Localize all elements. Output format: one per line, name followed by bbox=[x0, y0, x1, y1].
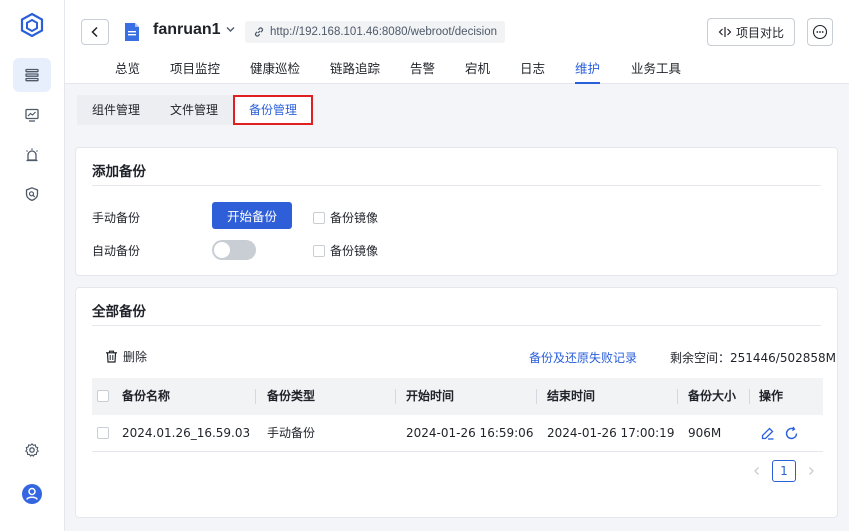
col-start: 开始时间 bbox=[406, 389, 455, 403]
chevron-down-icon[interactable] bbox=[225, 24, 236, 35]
url-text: http://192.168.101.46:8080/webroot/decis… bbox=[270, 26, 497, 38]
compare-button[interactable]: 项目对比 bbox=[707, 18, 795, 46]
cell-end: 2024-01-26 17:00:19 bbox=[547, 426, 675, 440]
chevron-left-icon bbox=[754, 467, 759, 475]
tab-file-management[interactable]: 文件管理 bbox=[155, 95, 233, 125]
start-backup-button[interactable]: 开始备份 bbox=[212, 202, 292, 229]
alarm-icon bbox=[26, 148, 38, 162]
rail-item-servers[interactable] bbox=[13, 58, 51, 92]
col-separator bbox=[395, 389, 396, 404]
col-separator bbox=[536, 389, 537, 404]
sub-tabs: 组件管理 文件管理 备份管理 bbox=[77, 95, 313, 125]
nav-trace[interactable]: 链路追踪 bbox=[330, 58, 410, 84]
backup-table: 备份名称 备份类型 开始时间 结束时间 备份大小 操作 2024.01.26_1… bbox=[92, 378, 823, 452]
top-header: fanruan1 http://192.168.101.46:8080/webr… bbox=[65, 0, 849, 84]
rail-item-alarm[interactable] bbox=[13, 138, 51, 172]
divider bbox=[92, 325, 821, 326]
tab-backup-management[interactable]: 备份管理 bbox=[233, 95, 313, 125]
cell-size: 906M bbox=[688, 426, 722, 440]
nav-project-monitor[interactable]: 项目监控 bbox=[170, 58, 250, 84]
auto-mirror-checkbox[interactable] bbox=[313, 244, 325, 257]
manual-mirror-option[interactable]: 备份镜像 bbox=[313, 209, 378, 226]
main-nav: 总览 项目监控 健康巡检 链路追踪 告警 宕机 日志 维护 业务工具 bbox=[115, 58, 691, 84]
nav-overview[interactable]: 总览 bbox=[115, 58, 170, 84]
cell-start: 2024-01-26 16:59:06 bbox=[406, 426, 534, 440]
col-name: 备份名称 bbox=[122, 389, 171, 403]
nav-log[interactable]: 日志 bbox=[520, 58, 575, 84]
add-backup-card: 添加备份 手动备份 开始备份 备份镜像 自动备份 备份镜像 bbox=[75, 147, 838, 276]
auto-backup-toggle[interactable] bbox=[212, 240, 256, 260]
all-backups-card: 全部备份 删除 备份及还原失败记录 剩余空间：251446/502858M 备份… bbox=[75, 287, 838, 518]
rail-item-security[interactable] bbox=[13, 177, 51, 211]
more-button[interactable] bbox=[807, 18, 833, 46]
auto-mirror-option[interactable]: 备份镜像 bbox=[313, 242, 378, 259]
prev-page-button[interactable] bbox=[748, 460, 766, 482]
delete-button[interactable]: 删除 bbox=[105, 348, 147, 365]
pagination: 1 bbox=[748, 460, 820, 482]
page-number[interactable]: 1 bbox=[772, 460, 796, 482]
col-actions: 操作 bbox=[759, 389, 784, 403]
back-button[interactable] bbox=[81, 19, 109, 45]
col-type: 备份类型 bbox=[267, 389, 316, 403]
manual-mirror-label: 备份镜像 bbox=[330, 211, 379, 225]
compare-icon bbox=[718, 27, 732, 37]
cell-name: 2024.01.26_16.59.03 bbox=[122, 426, 251, 440]
chevron-left-icon bbox=[91, 26, 98, 38]
shield-search-icon bbox=[25, 187, 39, 202]
tab-component-management[interactable]: 组件管理 bbox=[77, 95, 155, 125]
add-backup-title: 添加备份 bbox=[92, 164, 146, 180]
select-all-checkbox[interactable] bbox=[97, 390, 109, 402]
table-header: 备份名称 备份类型 开始时间 结束时间 备份大小 操作 bbox=[92, 378, 823, 415]
more-dots-icon bbox=[812, 24, 828, 40]
auto-mirror-label: 备份镜像 bbox=[330, 244, 379, 258]
delete-label: 删除 bbox=[123, 350, 148, 364]
rail-item-settings[interactable] bbox=[13, 433, 51, 467]
table-row: 2024.01.26_16.59.03 手动备份 2024-01-26 16:5… bbox=[92, 415, 823, 452]
gear-icon bbox=[25, 442, 39, 457]
link-icon bbox=[254, 27, 264, 37]
edit-icon[interactable] bbox=[760, 426, 775, 441]
row-checkbox[interactable] bbox=[97, 427, 109, 439]
col-size: 备份大小 bbox=[688, 389, 737, 403]
failure-records-link[interactable]: 备份及还原失败记录 bbox=[529, 349, 637, 366]
col-separator bbox=[749, 389, 750, 404]
nav-health-check[interactable]: 健康巡检 bbox=[250, 58, 330, 84]
trash-icon bbox=[106, 350, 117, 363]
monitor-chart-icon bbox=[25, 108, 39, 122]
col-separator bbox=[677, 389, 678, 404]
rail-item-monitor[interactable] bbox=[13, 98, 51, 132]
remaining-space: 剩余空间：251446/502858M bbox=[670, 351, 837, 365]
cube-logo-icon[interactable] bbox=[19, 12, 45, 38]
user-avatar-icon bbox=[22, 484, 42, 504]
all-backups-title: 全部备份 bbox=[92, 304, 146, 320]
project-url[interactable]: http://192.168.101.46:8080/webroot/decis… bbox=[245, 21, 505, 43]
left-rail bbox=[0, 0, 65, 531]
nav-downtime[interactable]: 宕机 bbox=[465, 58, 520, 84]
cell-type: 手动备份 bbox=[267, 426, 316, 440]
project-name[interactable]: fanruan1 bbox=[153, 21, 221, 39]
divider bbox=[92, 185, 821, 186]
nav-maintenance[interactable]: 维护 bbox=[575, 58, 600, 84]
col-separator bbox=[255, 389, 256, 404]
nav-alarm[interactable]: 告警 bbox=[410, 58, 465, 84]
manual-mirror-checkbox[interactable] bbox=[313, 211, 325, 224]
auto-backup-label: 自动备份 bbox=[92, 244, 141, 258]
rail-item-user[interactable] bbox=[13, 477, 51, 511]
document-icon bbox=[125, 23, 139, 41]
chevron-right-icon bbox=[809, 467, 814, 475]
nav-business-tools[interactable]: 业务工具 bbox=[631, 58, 691, 84]
restore-icon[interactable] bbox=[784, 426, 799, 441]
compare-label: 项目对比 bbox=[735, 25, 784, 40]
col-end: 结束时间 bbox=[547, 389, 596, 403]
toggle-knob bbox=[214, 242, 230, 258]
server-icon bbox=[25, 68, 39, 82]
manual-backup-label: 手动备份 bbox=[92, 211, 141, 225]
next-page-button[interactable] bbox=[802, 460, 820, 482]
